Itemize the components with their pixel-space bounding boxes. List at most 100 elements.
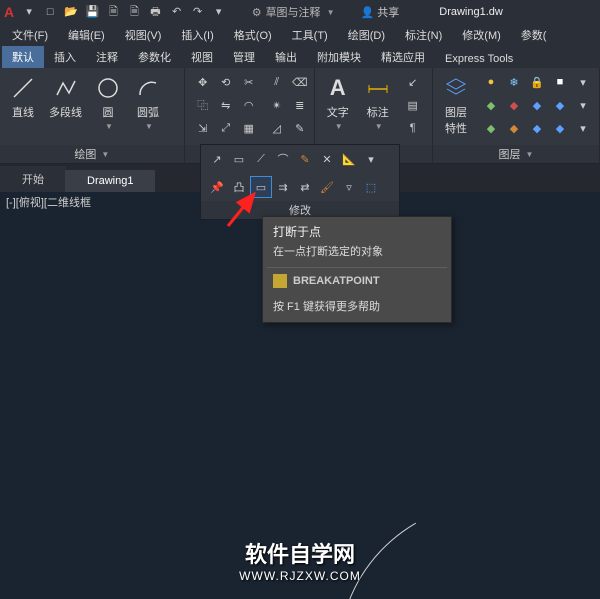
select-sim-icon[interactable]: ⬚: [361, 177, 381, 197]
tab-output[interactable]: 输出: [265, 46, 307, 68]
viewport-label[interactable]: [-][俯视][二维线框: [6, 194, 91, 210]
chamfer-icon[interactable]: ◿: [267, 118, 287, 138]
plot-icon[interactable]: 🖶: [148, 5, 164, 21]
menu-bar: 文件(F) 编辑(E) 视图(V) 插入(I) 格式(O) 工具(T) 绘图(D…: [0, 24, 600, 46]
leader-icon[interactable]: ↙: [403, 72, 423, 92]
qat-overflow-icon[interactable]: ▾: [211, 4, 227, 20]
save-cloud-icon[interactable]: 🗎: [126, 5, 142, 21]
panel-layers: 图层 特性 ● ❄ 🔒 ■ ▾ ◆ ◆ ◆ ◆ ▾ ◆ ◆ ◆ ◆ ▾ 图层▼: [433, 68, 600, 163]
workspace-switcher[interactable]: ⚙ 草图与注释 ▼: [252, 4, 335, 20]
rotate-icon[interactable]: ⟲: [216, 72, 236, 92]
tab-parametric[interactable]: 参数化: [128, 46, 181, 68]
menu-tools[interactable]: 工具(T): [284, 25, 336, 45]
mirror-icon[interactable]: ⇋: [216, 95, 236, 115]
layer-on-icon[interactable]: ●: [481, 72, 501, 92]
layer-d-icon[interactable]: ◆: [550, 118, 570, 138]
redo-icon[interactable]: ↷: [190, 4, 206, 20]
tab-featured[interactable]: 精选应用: [371, 46, 435, 68]
modify-grid: ✥ ⟲ ✂ ⿻ ⇋ ◠ ⇲ ⤢ ▦: [193, 72, 259, 138]
tab-express[interactable]: Express Tools: [435, 50, 523, 68]
layers-icon: [442, 74, 470, 102]
overkill-icon[interactable]: ⇉: [273, 177, 293, 197]
layer-b-icon[interactable]: ◆: [504, 118, 524, 138]
break-icon[interactable]: ▾: [361, 149, 381, 169]
menu-file[interactable]: 文件(F): [4, 25, 56, 45]
menu-format[interactable]: 格式(O): [226, 25, 280, 45]
layer-freeze-icon[interactable]: ❄: [504, 72, 524, 92]
layer-c-icon[interactable]: ◆: [527, 118, 547, 138]
scale-edit-icon[interactable]: ✎: [295, 149, 315, 169]
layer-walk-icon[interactable]: ◆: [550, 95, 570, 115]
menu-dropdown-icon[interactable]: ▾: [21, 4, 37, 20]
tab-insert[interactable]: 插入: [44, 46, 86, 68]
offset-icon[interactable]: ⫽: [267, 72, 287, 92]
doctab-drawing1[interactable]: Drawing1: [65, 170, 155, 192]
convert-icon[interactable]: ▿: [339, 177, 359, 197]
fillet-icon[interactable]: ◠: [239, 95, 259, 115]
table-icon[interactable]: ▤: [403, 95, 423, 115]
undo-icon[interactable]: ↶: [169, 4, 185, 20]
arc-button[interactable]: 圆弧 ▼: [131, 72, 165, 133]
watermark-url: WWW.RJZXW.COM: [239, 569, 361, 583]
panel-draw-title[interactable]: 绘图▼: [0, 145, 184, 163]
panel-layers-title[interactable]: 图层▼: [433, 145, 599, 163]
copy-icon[interactable]: ⿻: [193, 95, 213, 115]
array-icon[interactable]: ▦: [239, 118, 259, 138]
layer-lock-icon[interactable]: 🔒: [527, 72, 547, 92]
array-edit-icon[interactable]: ⌒: [273, 149, 293, 169]
polyline-button[interactable]: 多段线: [46, 72, 85, 122]
layer-a-icon[interactable]: ◆: [481, 118, 501, 138]
spline-edit-icon[interactable]: ▭: [229, 149, 249, 169]
layer-off-icon[interactable]: ◆: [504, 95, 524, 115]
scale-icon[interactable]: ⤢: [216, 118, 236, 138]
dim-button[interactable]: 标注 ▼: [361, 72, 395, 133]
watermark-title: 软件自学网: [239, 537, 361, 569]
field-icon[interactable]: ¶: [403, 118, 423, 138]
tooltip: 打断于点 在一点打断选定的对象 BREAKATPOINT 按 F1 键获得更多帮…: [262, 216, 452, 323]
save-icon[interactable]: 💾: [84, 4, 100, 20]
hatch-edit-icon[interactable]: ⟋: [251, 149, 271, 169]
layer-iso-icon[interactable]: ◆: [481, 95, 501, 115]
layerprop-button[interactable]: 图层 特性: [439, 72, 473, 138]
tab-manage[interactable]: 管理: [223, 46, 265, 68]
erase-icon[interactable]: ⌫: [290, 72, 310, 92]
layer-state-icon[interactable]: ▾: [573, 95, 593, 115]
open-icon[interactable]: 📂: [63, 4, 79, 20]
circle-button[interactable]: 圆 ▼: [91, 72, 125, 133]
line-button[interactable]: 直线: [6, 72, 40, 122]
menu-insert[interactable]: 插入(I): [173, 25, 221, 45]
layer-match-icon[interactable]: ◆: [527, 95, 547, 115]
menu-view[interactable]: 视图(V): [117, 25, 170, 45]
text-button[interactable]: A 文字 ▼: [321, 72, 355, 133]
menu-param[interactable]: 参数(: [513, 25, 555, 45]
app-logo: A: [4, 4, 14, 20]
tab-annotate[interactable]: 注释: [86, 46, 128, 68]
align-icon[interactable]: ≣: [290, 95, 310, 115]
trim-icon[interactable]: ✂: [239, 72, 259, 92]
join-icon[interactable]: ⇄: [295, 177, 315, 197]
menu-modify[interactable]: 修改(M): [454, 25, 509, 45]
new-icon[interactable]: □: [42, 4, 58, 20]
explode-icon[interactable]: ✴: [267, 95, 287, 115]
tab-view[interactable]: 视图: [181, 46, 223, 68]
lengthen-icon[interactable]: ✕: [317, 149, 337, 169]
move-icon[interactable]: ✥: [193, 72, 213, 92]
tab-addins[interactable]: 附加模块: [307, 46, 371, 68]
layer-e-icon[interactable]: ▾: [573, 118, 593, 138]
chevron-down-icon: ▼: [145, 122, 153, 131]
measure-icon[interactable]: 📐: [339, 149, 359, 169]
reverse-icon[interactable]: 🖌: [317, 177, 337, 197]
edit-icon[interactable]: ✎: [290, 118, 310, 138]
stretch-icon[interactable]: ⇲: [193, 118, 213, 138]
menu-dim[interactable]: 标注(N): [397, 25, 450, 45]
tab-default[interactable]: 默认: [2, 46, 44, 68]
layer-color-icon[interactable]: ■: [550, 72, 570, 92]
share-button[interactable]: 👤 共享: [360, 4, 399, 20]
edit-pline-icon[interactable]: ↗: [207, 149, 227, 169]
saveas-icon[interactable]: 🗎: [105, 5, 121, 21]
layer-more-icon[interactable]: ▾: [573, 72, 593, 92]
chevron-down-icon: ▼: [327, 8, 335, 17]
doctab-start[interactable]: 开始: [0, 166, 66, 192]
menu-draw[interactable]: 绘图(D): [340, 25, 393, 45]
menu-edit[interactable]: 编辑(E): [60, 25, 113, 45]
